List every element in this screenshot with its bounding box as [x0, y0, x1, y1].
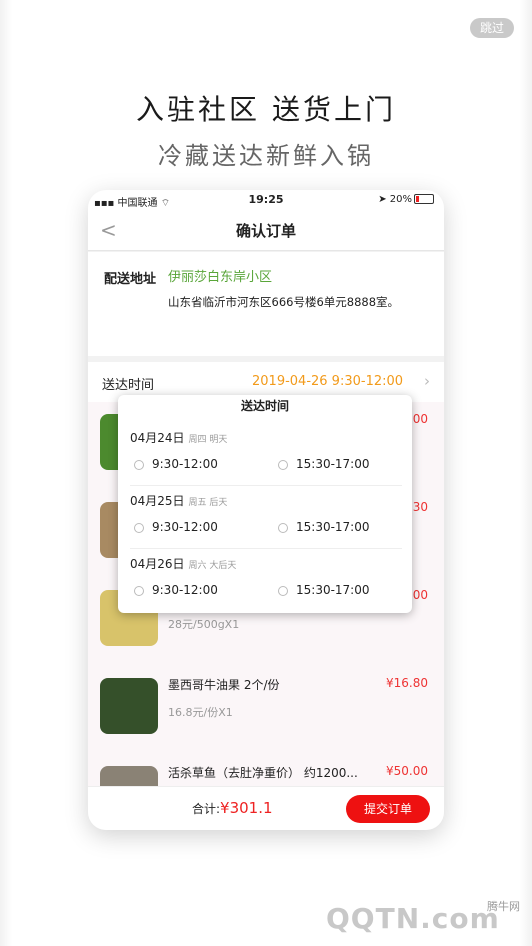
item-price: ¥50.00 [386, 764, 428, 778]
radio-icon [278, 585, 288, 596]
watermark-logo: QQTN.com 腾牛网 [326, 898, 526, 942]
battery-status: ➤ 20% [378, 194, 434, 205]
address-detail: 山东省临沂市河东区666号楼6单元8888室。 [168, 295, 400, 309]
chevron-right-icon: › [424, 372, 430, 390]
product-image [100, 678, 158, 734]
day-date: 04月25日 周五 后天 [130, 494, 228, 508]
submit-order-button[interactable]: 提交订单 [346, 795, 430, 823]
item-price: ¥16.80 [386, 676, 428, 690]
radio-icon [278, 522, 288, 533]
item-price: 00 [412, 412, 428, 426]
skip-button[interactable]: 跳过 [470, 18, 514, 38]
splash-headline: 入驻社区 送货上门 [136, 93, 396, 126]
time-slot-option[interactable]: 15:30-17:00 [278, 520, 370, 534]
item-name: 墨西哥牛油果 2个/份 [168, 678, 280, 692]
time-slot-option[interactable]: 15:30-17:00 [278, 583, 370, 597]
splash-subheadline: 冷藏送达新鲜入锅 [158, 142, 374, 170]
phone-mockup: ▪▪▪ 中国联通 ⌔ 19:25 ➤ 20% < 确认订单 配送地址 伊丽莎白东… [88, 190, 444, 830]
delivery-time-value: 2019-04-26 9:30-12:00 [252, 374, 404, 389]
delivery-time-label: 送达时间 [102, 378, 155, 393]
popup-title: 送达时间 [240, 399, 289, 413]
item-price: 30 [412, 500, 428, 514]
radio-icon [134, 522, 144, 533]
day-date: 04月24日 周四 明天 [130, 431, 228, 445]
order-total: 合计:¥301.1 [192, 799, 273, 817]
address-section[interactable]: 配送地址 伊丽莎白东岸小区 山东省临沂市河东区666号楼6单元8888室。 [88, 252, 444, 356]
checkout-bar: 合计:¥301.1 提交订单 [88, 786, 444, 830]
radio-icon [278, 459, 288, 470]
time-slot-option[interactable]: 9:30-12:00 [134, 457, 218, 471]
watermark-cn: 腾牛网 [487, 900, 520, 913]
time-slot-option[interactable]: 15:30-17:00 [278, 457, 370, 471]
address-name: 伊丽莎白东岸小区 [168, 270, 273, 285]
radio-icon [134, 585, 144, 596]
delivery-time-popup: 送达时间 04月24日 周四 明天 9:30-12:00 15:30-17:00 … [118, 395, 412, 613]
item-price: 00 [412, 588, 428, 602]
page-title: 确认订单 [235, 222, 296, 240]
location-icon: ➤ [378, 194, 387, 205]
divider [130, 485, 402, 486]
day-date: 04月26日 周六 大后天 [130, 557, 237, 571]
list-item[interactable]: 墨西哥牛油果 2个/份 ¥16.80 16.8元/份X1 [88, 666, 444, 754]
item-unit-price: 28元/500gX1 [168, 618, 240, 631]
item-unit-price: 16.8元/份X1 [168, 706, 233, 719]
time-slot-option[interactable]: 9:30-12:00 [134, 583, 218, 597]
divider [130, 548, 402, 549]
battery-icon [414, 194, 434, 204]
watermark-text: QQTN.com [326, 902, 500, 935]
item-name: 活杀草鱼（去肚净重价） 约1200... [168, 766, 358, 780]
status-bar: ▪▪▪ 中国联通 ⌔ 19:25 ➤ 20% [88, 190, 444, 210]
time-slot-option[interactable]: 9:30-12:00 [134, 520, 218, 534]
radio-icon [134, 459, 144, 470]
address-label: 配送地址 [104, 272, 157, 287]
nav-bar: < 确认订单 [88, 210, 444, 251]
